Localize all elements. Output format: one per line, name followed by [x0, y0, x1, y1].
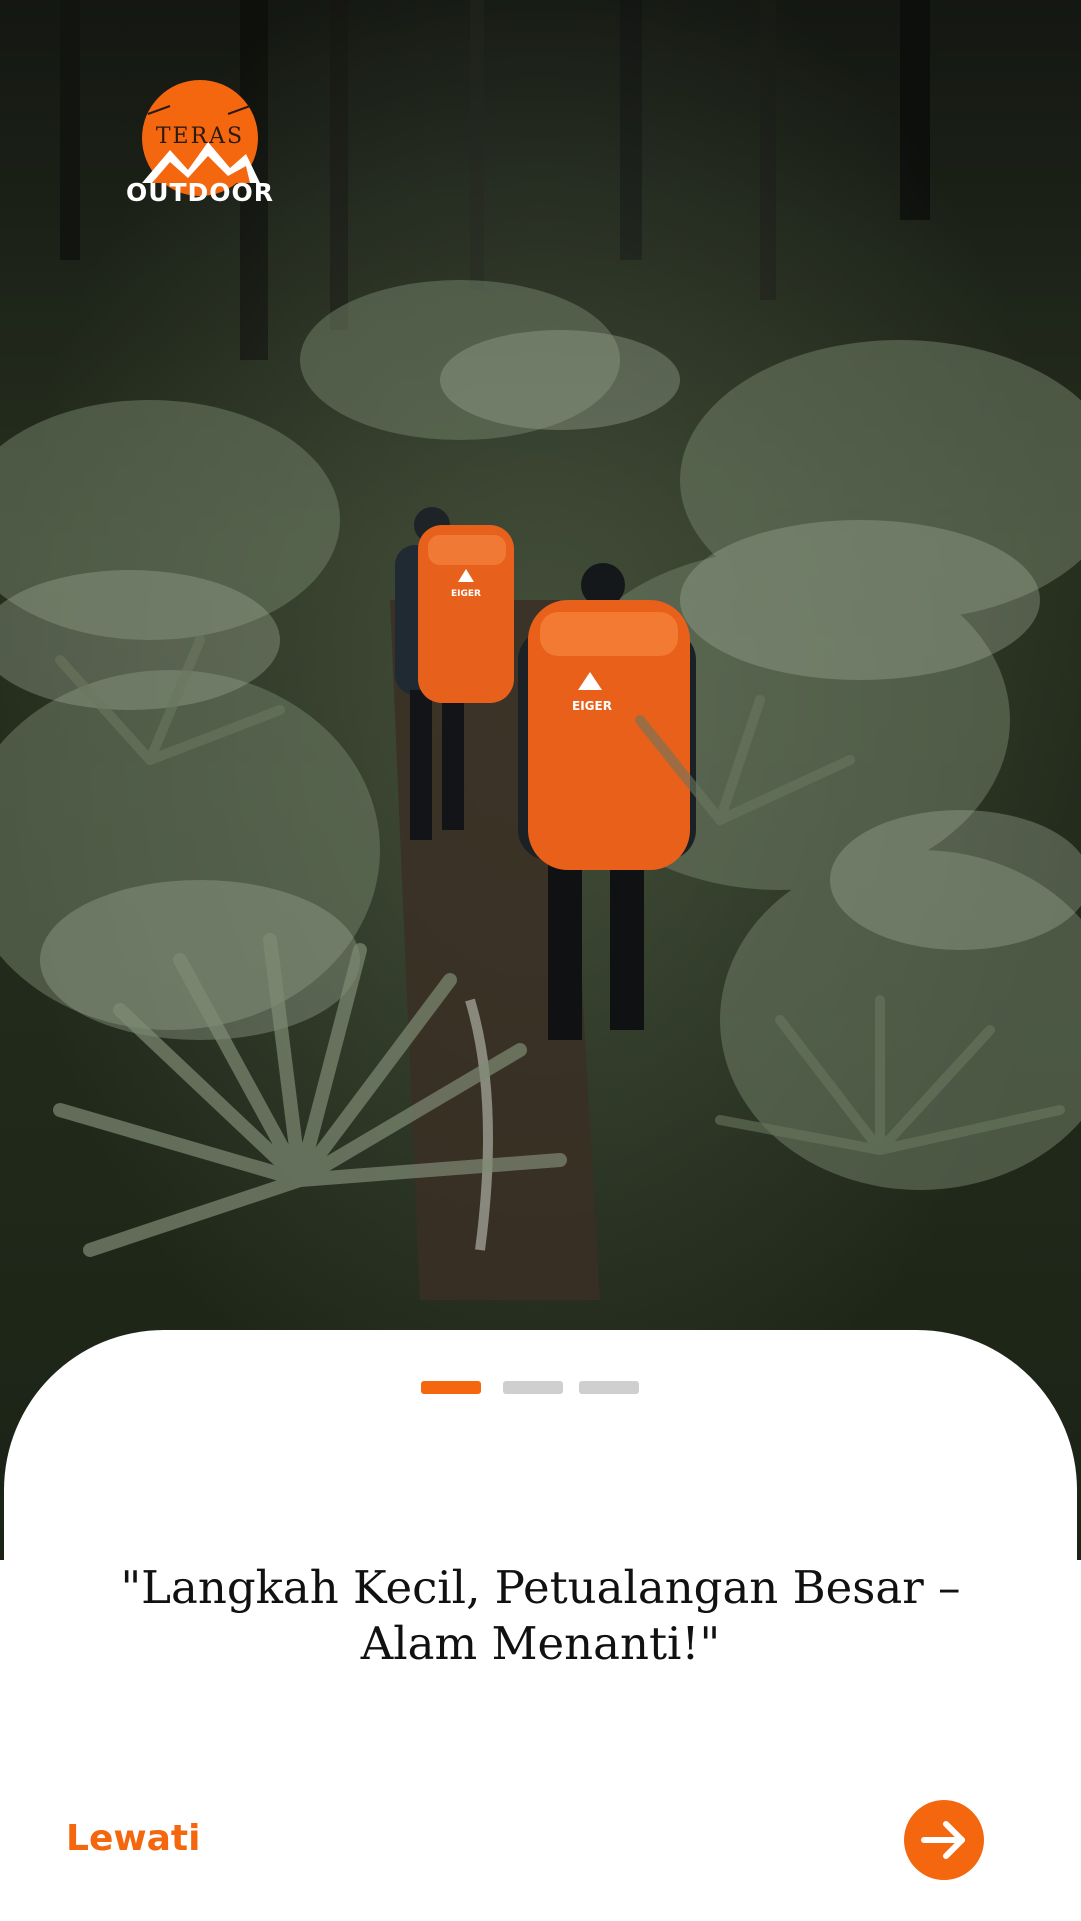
page-dot-2[interactable] [502, 1381, 563, 1394]
page-dot-3[interactable] [578, 1381, 639, 1394]
backpack-brand-label: EIGER [572, 699, 612, 713]
arrow-right-icon [921, 1821, 965, 1859]
backpack-brand-label: EIGER [451, 589, 481, 599]
next-button[interactable] [904, 1800, 984, 1880]
logo-script-text: TERAS [155, 124, 245, 149]
logo-wordmark: OUTDOOR [125, 178, 275, 207]
hero-image: EIGER EIGER [0, 0, 1081, 1560]
page-dot-1-active[interactable] [420, 1381, 481, 1394]
skip-button[interactable]: Lewati [66, 1818, 200, 1859]
page-indicator [0, 1381, 1081, 1394]
onboarding-tagline: "Langkah Kecil, Petualangan Besar – Alam… [120, 1561, 961, 1670]
brand-logo: TERAS OUTDOOR [100, 78, 300, 218]
onboarding-screen: EIGER EIGER TERAS OUTDOOR "Langkah Kecil… [0, 0, 1081, 1921]
